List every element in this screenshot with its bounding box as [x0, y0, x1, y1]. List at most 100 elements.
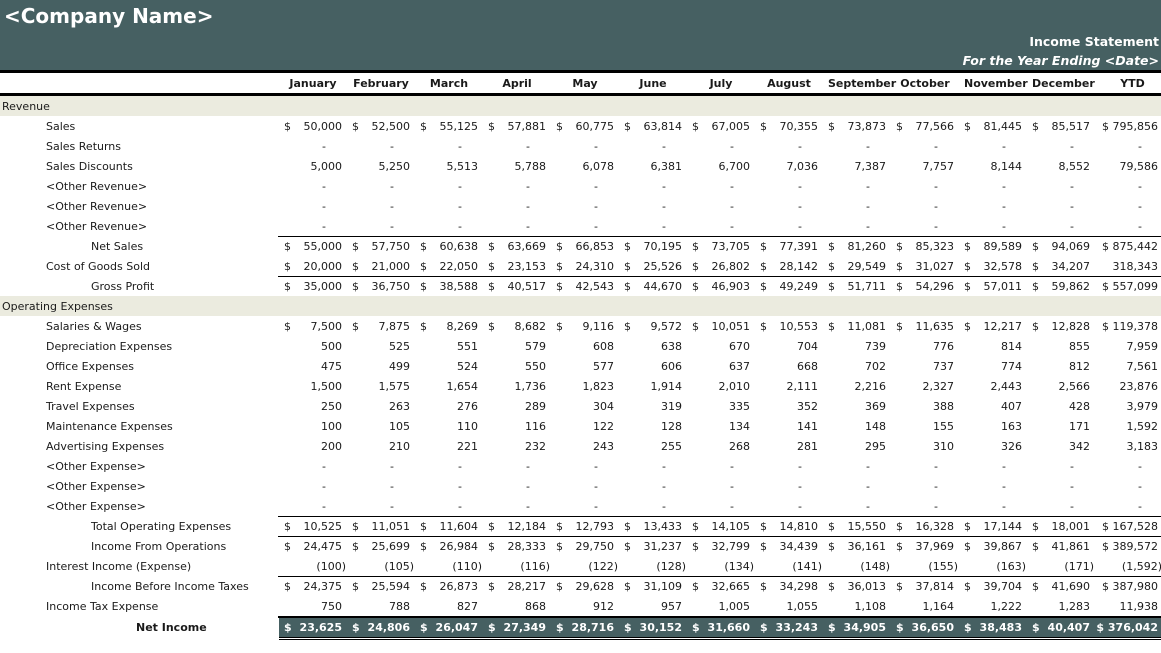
cell-june[interactable]: $31,237 [624, 540, 682, 554]
cell-november[interactable]: 774 [964, 360, 1022, 374]
cell-october[interactable]: - [896, 140, 954, 154]
cell-december[interactable]: - [1032, 180, 1090, 194]
cell-february[interactable]: - [352, 140, 410, 154]
cell-july[interactable]: $10,051 [692, 320, 750, 334]
cell-may[interactable]: - [556, 180, 614, 194]
cell-february[interactable]: $24,806 [352, 621, 410, 635]
cell-april[interactable]: $8,682 [488, 320, 546, 334]
cell-ytd[interactable]: $ 389,572 [1099, 540, 1158, 554]
cell-may[interactable]: 577 [556, 360, 614, 374]
cell-october[interactable]: 310 [896, 440, 954, 454]
cell-april[interactable]: 1,736 [488, 380, 547, 394]
cell-july[interactable]: $46,903 [692, 280, 750, 294]
cell-july[interactable]: - [692, 180, 750, 194]
cell-december[interactable]: 2,566 [1032, 380, 1091, 394]
cell-october[interactable]: $11,635 [896, 320, 954, 334]
cell-may[interactable]: $28,716 [556, 621, 614, 635]
cell-april[interactable]: - [488, 200, 546, 214]
cell-january[interactable]: $24,375 [284, 580, 342, 594]
column-header-ytd[interactable]: YTD [1103, 77, 1161, 90]
cell-august[interactable]: - [760, 220, 818, 234]
cell-march[interactable]: 1,654 [420, 380, 479, 394]
cell-july[interactable]: 1,005 [692, 600, 751, 614]
column-header-june[interactable]: June [624, 77, 682, 90]
cell-september[interactable]: $29,549 [828, 260, 886, 274]
cell-january[interactable]: $10,525 [284, 520, 342, 534]
cell-january[interactable]: - [284, 200, 342, 214]
cell-march[interactable]: 827 [420, 600, 478, 614]
cell-april[interactable]: $57,881 [488, 120, 546, 134]
cell-february[interactable]: 499 [352, 360, 410, 374]
cell-august[interactable]: $28,142 [760, 260, 818, 274]
cell-september[interactable]: 739 [828, 340, 886, 354]
cell-november[interactable]: $57,011 [964, 280, 1022, 294]
cell-august[interactable]: $77,391 [760, 240, 818, 254]
cell-ytd[interactable]: 11,938 [1099, 600, 1159, 614]
cell-august[interactable]: $34,439 [760, 540, 818, 554]
cell-february[interactable]: - [352, 180, 410, 194]
cell-february[interactable]: $21,000 [352, 260, 410, 274]
cell-july[interactable]: $31,660 [692, 621, 750, 635]
cell-march[interactable]: 5,513 [420, 160, 479, 174]
cell-august[interactable]: 704 [760, 340, 818, 354]
cell-june[interactable]: $30,152 [624, 621, 682, 635]
cell-september[interactable]: 1,108 [828, 600, 887, 614]
column-header-april[interactable]: April [488, 77, 546, 90]
cell-september[interactable]: $36,161 [828, 540, 886, 554]
cell-july[interactable]: 2,010 [692, 380, 751, 394]
cell-march[interactable]: 276 [420, 400, 478, 414]
cell-may[interactable]: $12,793 [556, 520, 614, 534]
cell-july[interactable]: 134 [692, 420, 750, 434]
cell-august[interactable]: - [760, 500, 818, 514]
cell-february[interactable]: 525 [352, 340, 410, 354]
cell-october[interactable]: 388 [896, 400, 954, 414]
cell-ytd[interactable]: $ 387,980 [1099, 580, 1158, 594]
cell-december[interactable]: $34,207 [1032, 260, 1090, 274]
column-header-march[interactable]: March [420, 77, 478, 90]
cell-june[interactable]: $63,814 [624, 120, 682, 134]
cell-ytd[interactable]: 3,183 [1099, 440, 1159, 454]
cell-may[interactable]: - [556, 500, 614, 514]
cell-october[interactable]: (155) [896, 560, 958, 574]
cell-november[interactable]: - [964, 500, 1022, 514]
cell-may[interactable]: $66,853 [556, 240, 614, 254]
cell-july[interactable]: $73,705 [692, 240, 750, 254]
cell-september[interactable]: 369 [828, 400, 886, 414]
cell-january[interactable]: 1,500 [284, 380, 343, 394]
cell-december[interactable]: (171) [1032, 560, 1094, 574]
cell-january[interactable]: 250 [284, 400, 342, 414]
cell-april[interactable]: - [488, 460, 546, 474]
cell-december[interactable]: $41,861 [1032, 540, 1090, 554]
cell-september[interactable]: 702 [828, 360, 886, 374]
cell-may[interactable]: 122 [556, 420, 614, 434]
cell-april[interactable]: $12,184 [488, 520, 546, 534]
cell-june[interactable]: $9,572 [624, 320, 682, 334]
cell-november[interactable]: $81,445 [964, 120, 1022, 134]
cell-january[interactable]: 500 [284, 340, 342, 354]
cell-ytd[interactable]: 7,959 [1099, 340, 1159, 354]
cell-march[interactable]: $11,604 [420, 520, 478, 534]
cell-june[interactable]: $44,670 [624, 280, 682, 294]
cell-january[interactable]: $23,625 [284, 621, 342, 635]
cell-february[interactable]: $7,875 [352, 320, 410, 334]
cell-may[interactable]: (122) [556, 560, 618, 574]
cell-september[interactable]: - [828, 220, 886, 234]
cell-july[interactable]: 335 [692, 400, 750, 414]
cell-february[interactable]: 263 [352, 400, 410, 414]
cell-october[interactable]: $16,328 [896, 520, 954, 534]
cell-august[interactable]: - [760, 460, 818, 474]
cell-april[interactable]: (116) [488, 560, 550, 574]
cell-february[interactable]: 1,575 [352, 380, 411, 394]
cell-august[interactable]: 2,111 [760, 380, 819, 394]
cell-january[interactable]: $55,000 [284, 240, 342, 254]
cell-ytd[interactable]: - [1099, 500, 1158, 514]
cell-august[interactable]: $70,355 [760, 120, 818, 134]
cell-december[interactable]: 171 [1032, 420, 1090, 434]
cell-july[interactable]: - [692, 460, 750, 474]
cell-april[interactable]: 5,788 [488, 160, 547, 174]
cell-august[interactable]: $14,810 [760, 520, 818, 534]
cell-february[interactable]: - [352, 200, 410, 214]
cell-march[interactable]: 524 [420, 360, 478, 374]
cell-october[interactable]: $37,969 [896, 540, 954, 554]
cell-march[interactable]: - [420, 180, 478, 194]
